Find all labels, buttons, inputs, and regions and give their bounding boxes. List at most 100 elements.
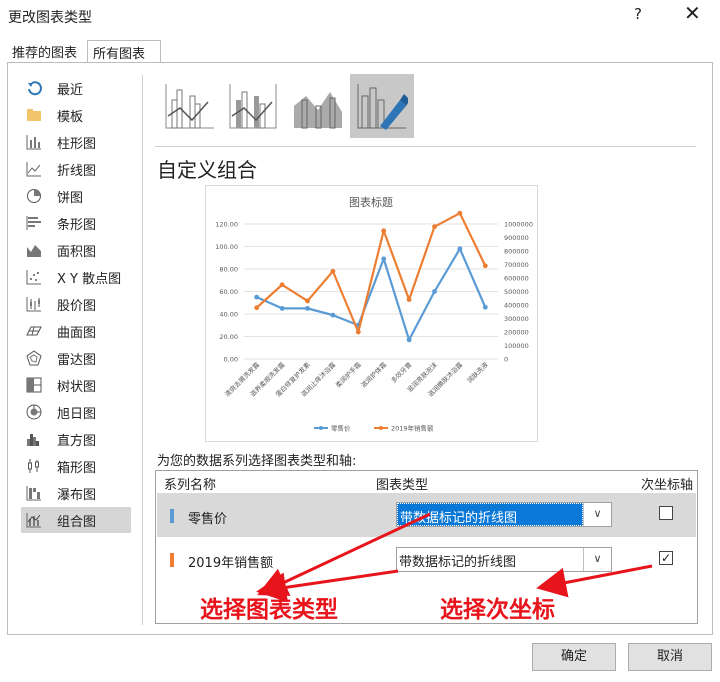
sidebar-item-recent[interactable]: 最近 [21, 75, 131, 101]
data-point [381, 256, 387, 262]
y-tick-label: 100.00 [215, 243, 238, 251]
sidebar-item-surface[interactable]: 曲面图 [21, 318, 131, 344]
surface-chart-icon [26, 323, 42, 339]
radar-chart-icon [26, 350, 42, 366]
cancel-button[interactable]: 取消 [628, 643, 712, 671]
tab-recommended-charts[interactable]: 推荐的图表 [7, 40, 87, 62]
series-color-swatch [170, 509, 174, 523]
data-point [406, 297, 412, 302]
data-point [432, 289, 437, 294]
sidebar-item-label: 雷达图 [57, 353, 97, 368]
data-point [432, 224, 437, 230]
sidebar-item-sunburst[interactable]: 旭日图 [21, 399, 131, 425]
box-chart-icon [26, 458, 42, 474]
chevron-down-icon[interactable]: ∨ [583, 548, 611, 571]
y2-tick-label: 800000 [504, 248, 529, 256]
legend-label: 2019年销售额 [391, 424, 434, 433]
subtype-custom-combination[interactable] [350, 74, 414, 138]
sidebar-item-area[interactable]: 面积图 [21, 237, 131, 263]
x-tick-label: 润肤洗液 [465, 360, 490, 385]
y-tick-label: 80.00 [219, 266, 238, 274]
title-bar: 更改图表类型 ? ✕ [0, 0, 720, 32]
data-point [254, 294, 260, 300]
sidebar-item-label: 股价图 [57, 299, 97, 314]
series-prompt: 为您的数据系列选择图表类型和轴: [157, 454, 357, 469]
bar-chart-icon [26, 215, 42, 231]
data-point [330, 268, 336, 274]
sidebar-item-box[interactable]: 箱形图 [21, 453, 131, 479]
secondary-axis-checkbox[interactable]: ✓ [659, 551, 673, 565]
data-point [406, 337, 412, 343]
dialog-title: 更改图表类型 [8, 10, 92, 26]
y2-tick-label: 400000 [504, 302, 529, 310]
data-point [355, 329, 361, 335]
histogram-chart-icon [26, 431, 42, 447]
sidebar-item-stock[interactable]: 股价图 [21, 291, 131, 317]
y2-tick-label: 300000 [504, 315, 529, 323]
column-header-type: 图表类型 [376, 478, 429, 493]
sidebar-item-waterfall[interactable]: 瀑布图 [21, 480, 131, 506]
chart-type-value: 带数据标记的折线图 [399, 555, 517, 570]
chart-type-select[interactable]: 带数据标记的折线图 ∨ [396, 502, 612, 527]
scatter-chart-icon [26, 269, 42, 285]
sidebar-item-line[interactable]: 折线图 [21, 156, 131, 182]
sidebar-item-bar[interactable]: 条形图 [21, 210, 131, 236]
sidebar-item-label: 最近 [57, 83, 84, 98]
sidebar-item-treemap[interactable]: 树状图 [21, 372, 131, 398]
sidebar-item-label: 箱形图 [57, 461, 97, 476]
sidebar-item-label: 曲面图 [57, 326, 97, 341]
data-point [482, 263, 488, 269]
series-name: 零售价 [188, 512, 228, 527]
y2-tick-label: 100000 [504, 342, 529, 350]
sidebar-item-combo[interactable]: 组合图 [21, 507, 131, 533]
data-point [457, 210, 463, 216]
sidebar-item-label: 瀑布图 [57, 488, 97, 503]
close-icon[interactable]: ✕ [684, 3, 701, 23]
ok-button[interactable]: 确定 [532, 643, 616, 671]
subtype-stacked-area-column[interactable] [286, 74, 350, 138]
y2-tick-label: 900000 [504, 234, 529, 242]
chart-type-select[interactable]: 带数据标记的折线图 ∨ [396, 547, 612, 572]
legend-marker-dot [379, 426, 383, 430]
data-point [279, 282, 285, 288]
data-point [305, 305, 310, 311]
combo-chart-icon [26, 512, 42, 528]
x-tick-label: 柔润护手霜 [333, 360, 363, 390]
y2-tick-label: 600000 [504, 275, 529, 283]
data-point [305, 298, 310, 304]
subtype-clustered-column-line-secondary[interactable] [222, 74, 286, 138]
data-point [279, 305, 285, 311]
data-point [457, 246, 463, 252]
waterfall-chart-icon [26, 485, 42, 501]
x-tick-label: 多效牙膏 [389, 360, 414, 385]
chevron-down-icon[interactable]: ∨ [583, 503, 611, 526]
sidebar-item-column[interactable]: 柱形图 [21, 129, 131, 155]
sidebar-item-label: 模板 [57, 110, 84, 125]
y-tick-label: 0.00 [224, 356, 238, 364]
column-header-name: 系列名称 [164, 478, 217, 493]
sidebar-item-label: 树状图 [57, 380, 97, 395]
chart-preview: 图表标题 0.00 20.00 40.00 60.00 80.00 100.00 120.00… [205, 185, 538, 442]
subtype-clustered-column-line[interactable] [158, 74, 222, 138]
column-header-secondary: 次坐标轴 [641, 478, 694, 493]
help-icon[interactable]: ? [634, 5, 642, 23]
data-point [381, 228, 387, 234]
sidebar-item-radar[interactable]: 雷达图 [21, 345, 131, 371]
y-tick-label: 120.00 [215, 221, 238, 229]
tab-all-charts[interactable]: 所有图表 [87, 40, 161, 63]
y2-tick-label: 200000 [504, 329, 529, 337]
annotation-choose-secondary-axis: 选择次坐标 [440, 597, 555, 623]
pie-chart-icon [26, 188, 42, 204]
series-color-swatch [170, 553, 174, 567]
secondary-axis-checkbox[interactable] [659, 506, 673, 520]
folder-icon [26, 107, 42, 123]
sidebar-item-histogram[interactable]: 直方图 [21, 426, 131, 452]
sidebar-item-templates[interactable]: 模板 [21, 102, 131, 128]
sidebar-item-scatter[interactable]: X Y 散点图 [21, 264, 131, 290]
stock-chart-icon [26, 296, 42, 312]
sidebar-item-label: 旭日图 [57, 407, 97, 422]
chart-svg: 图表标题 0.00 20.00 40.00 60.00 80.00 100.00 120.00… [215, 195, 533, 433]
treemap-chart-icon [26, 377, 42, 393]
chart-title: 图表标题 [349, 195, 393, 209]
sidebar-item-pie[interactable]: 饼图 [21, 183, 131, 209]
